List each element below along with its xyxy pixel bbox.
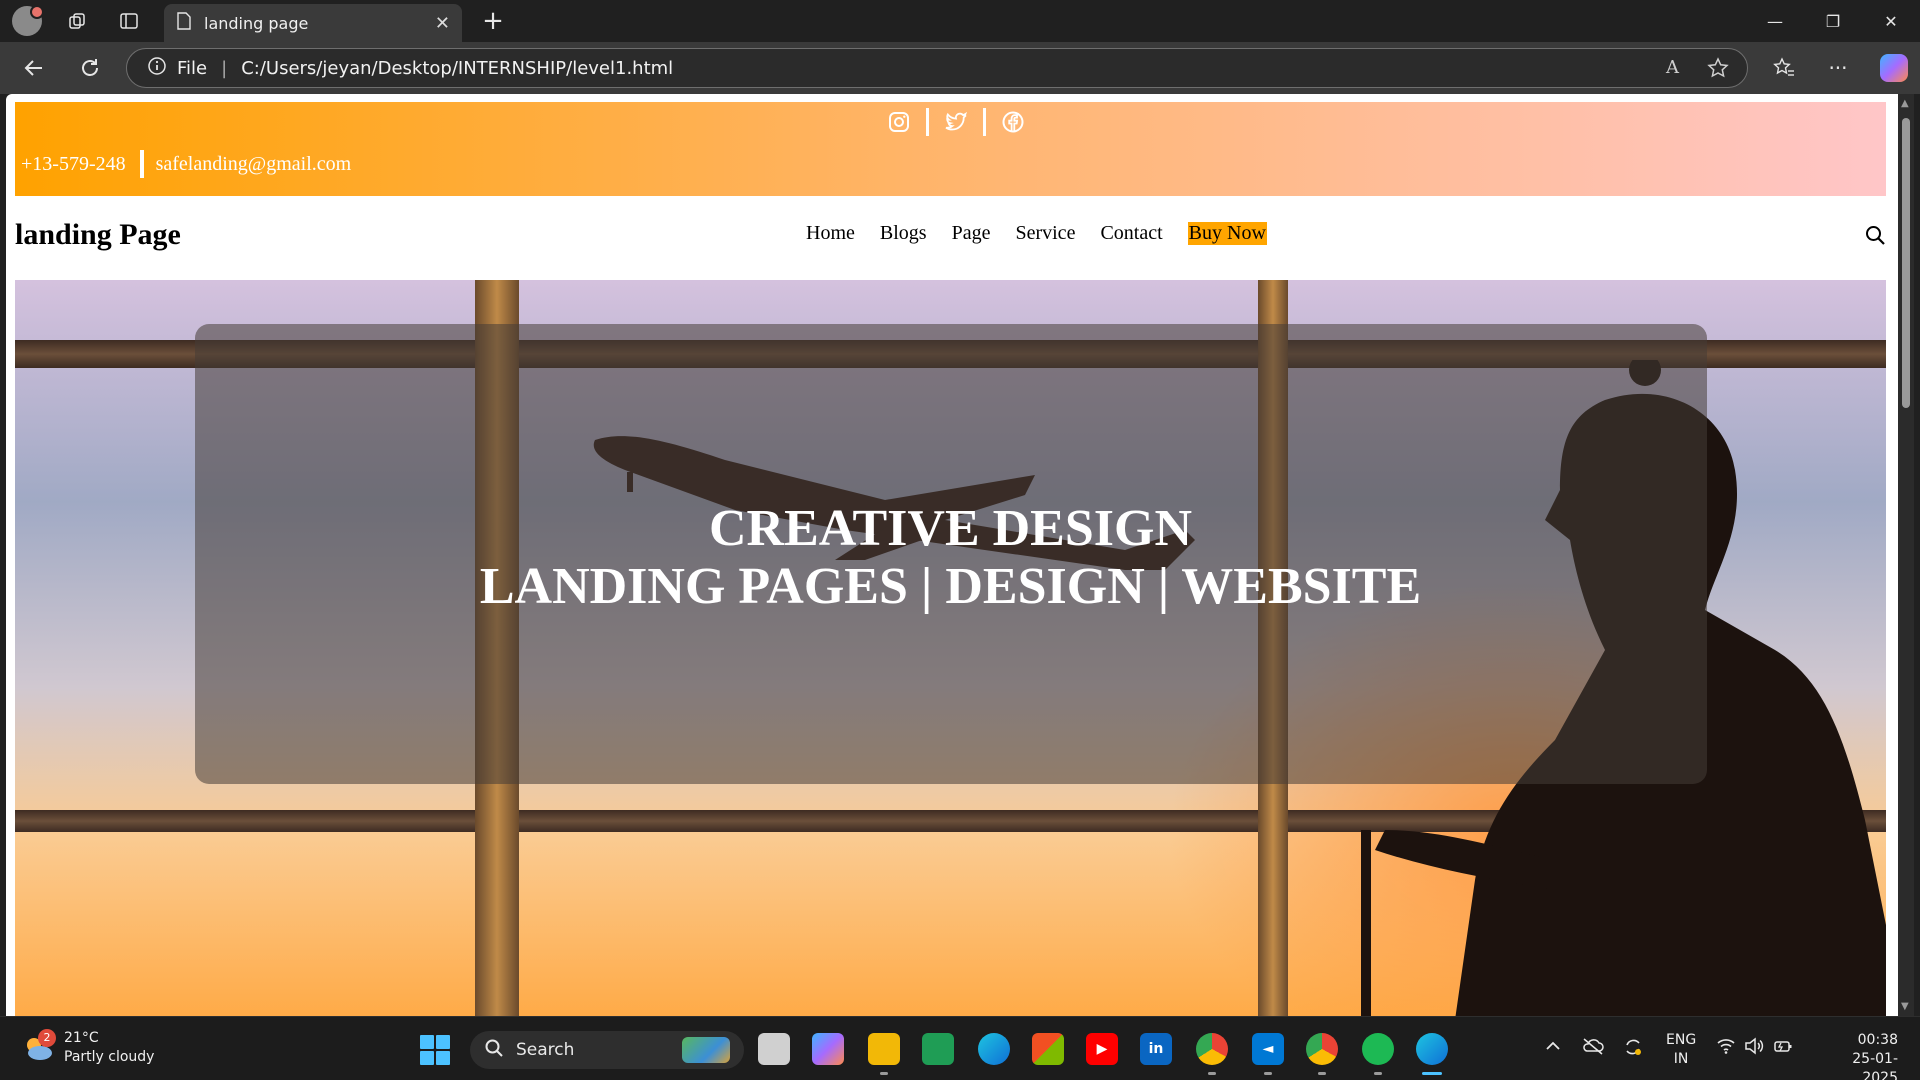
edge-icon[interactable] <box>978 1033 1010 1065</box>
address-scheme: File <box>177 57 208 79</box>
email-address: safelanding@gmail.com <box>155 152 352 175</box>
buy-now-button[interactable]: Buy Now <box>1187 222 1267 245</box>
active-indicator <box>1422 1072 1442 1075</box>
more-menu-button[interactable]: ··· <box>1822 52 1854 84</box>
contact-divider <box>139 150 144 178</box>
nav-service[interactable]: Service <box>1015 222 1075 245</box>
weather-widget[interactable]: 2 21°C Partly cloudy <box>22 1029 154 1067</box>
main-navbar: landing Page Home Blogs Page Service Con… <box>15 196 1886 280</box>
language-indicator[interactable]: ENG IN <box>1666 1031 1696 1069</box>
sync-icon[interactable] <box>1622 1037 1644 1061</box>
nav-page[interactable]: Page <box>952 222 991 245</box>
weather-temp: 21°C <box>64 1030 99 1046</box>
close-window-button[interactable]: ✕ <box>1862 0 1920 42</box>
maximize-button[interactable]: ❐ <box>1804 0 1862 42</box>
wifi-icon[interactable] <box>1716 1037 1736 1059</box>
nav-home[interactable]: Home <box>806 222 855 245</box>
hero-line-2: LANDING PAGES | DESIGN | WEBSITE <box>479 558 1422 615</box>
page-icon <box>176 12 192 34</box>
facebook-icon[interactable] <box>999 108 1027 136</box>
chrome-profile-1-icon[interactable] <box>1196 1033 1228 1075</box>
weather-badge: 2 <box>38 1029 56 1047</box>
page-viewport: +13-579-248 safelanding@gmail.com landin… <box>6 94 1898 1016</box>
spotify-icon[interactable] <box>1362 1033 1394 1075</box>
taskbar-search[interactable]: Search <box>470 1031 744 1069</box>
clock-time: 00:38 <box>1857 1032 1898 1048</box>
minimize-button[interactable]: — <box>1746 0 1804 42</box>
twitter-icon[interactable] <box>942 108 970 136</box>
file-explorer-icon[interactable] <box>868 1033 900 1075</box>
address-bar[interactable]: File | C:/Users/jeyan/Desktop/INTERNSHIP… <box>126 48 1748 88</box>
address-url[interactable]: C:/Users/jeyan/Desktop/INTERNSHIP/level1… <box>241 58 673 79</box>
copilot-app-icon[interactable] <box>812 1033 844 1065</box>
running-indicator <box>1318 1072 1326 1075</box>
hero-line-1: CREATIVE DESIGN <box>708 500 1193 557</box>
tab-landing-page[interactable]: landing page ✕ <box>164 4 462 42</box>
chrome-profile-2-icon[interactable] <box>1306 1033 1338 1075</box>
search-highlight-icon <box>682 1037 730 1063</box>
workspaces-icon[interactable] <box>62 6 92 36</box>
start-button[interactable] <box>420 1035 450 1065</box>
social-divider <box>926 108 929 136</box>
nav-menu: Home Blogs Page Service Contact Buy Now <box>806 222 1292 245</box>
favorite-star-icon[interactable] <box>1707 57 1729 84</box>
favorites-icon[interactable] <box>1768 52 1800 84</box>
browser-tab-bar: landing page ✕ + — ❐ ✕ <box>0 0 1920 42</box>
ms-store-icon[interactable] <box>1032 1033 1064 1065</box>
contact-topbar: +13-579-248 safelanding@gmail.com <box>15 102 1886 196</box>
weather-icon: 2 <box>22 1029 56 1065</box>
address-separator: | <box>221 57 228 79</box>
new-tab-button[interactable]: + <box>478 6 508 36</box>
search-icon <box>484 1038 504 1063</box>
nav-contact[interactable]: Contact <box>1100 222 1162 245</box>
vscode-icon[interactable]: ◄ <box>1252 1033 1284 1075</box>
scroll-thumb[interactable] <box>1902 118 1910 408</box>
hero-section: CREATIVE DESIGN LANDING PAGES | DESIGN |… <box>15 280 1886 1016</box>
windows-taskbar: 2 21°C Partly cloudy Search ▶ in ◄ ENG I… <box>0 1016 1920 1080</box>
youtube-icon[interactable]: ▶ <box>1086 1033 1118 1065</box>
weather-desc: Partly cloudy <box>64 1049 155 1065</box>
contact-info: +13-579-248 safelanding@gmail.com <box>21 150 351 178</box>
scroll-up-icon[interactable]: ▲ <box>1901 98 1909 109</box>
profile-avatar[interactable] <box>12 5 44 36</box>
classroom-icon[interactable] <box>922 1033 954 1065</box>
onedrive-icon[interactable] <box>1582 1037 1604 1059</box>
refresh-button[interactable] <box>74 52 106 84</box>
show-hidden-icons-icon[interactable] <box>1544 1037 1562 1059</box>
site-brand[interactable]: landing Page <box>15 218 181 252</box>
battery-icon[interactable] <box>1772 1037 1794 1059</box>
tab-close-button[interactable]: ✕ <box>435 13 450 34</box>
scroll-down-icon[interactable]: ▼ <box>1901 1001 1909 1012</box>
task-view-icon[interactable] <box>758 1033 790 1065</box>
volume-icon[interactable] <box>1744 1037 1764 1059</box>
instagram-icon[interactable] <box>885 108 913 136</box>
vertical-tabs-icon[interactable] <box>114 6 144 36</box>
running-indicator <box>880 1072 888 1075</box>
running-indicator <box>1208 1072 1216 1075</box>
phone-number: +13-579-248 <box>21 152 126 175</box>
clock-date: 25-01-2025 <box>1852 1051 1898 1080</box>
lang-line-2: IN <box>1673 1051 1689 1067</box>
edge-active-icon[interactable] <box>1416 1033 1448 1075</box>
tab-title: landing page <box>204 13 309 33</box>
social-links <box>885 108 1027 136</box>
nav-blogs[interactable]: Blogs <box>880 222 927 245</box>
copilot-icon[interactable] <box>1880 54 1908 82</box>
info-icon[interactable] <box>147 56 167 81</box>
social-divider <box>983 108 986 136</box>
read-aloud-icon[interactable]: A <box>1666 57 1679 84</box>
system-clock[interactable]: 00:38 25-01-2025 <box>1818 1031 1898 1080</box>
search-label: Search <box>516 1040 575 1060</box>
page-scrollbar[interactable]: ▲ ▼ <box>1898 94 1914 1016</box>
search-icon[interactable] <box>1864 224 1886 246</box>
running-indicator <box>1264 1072 1272 1075</box>
running-indicator <box>1374 1072 1382 1075</box>
lang-line-1: ENG <box>1666 1032 1697 1048</box>
hero-heading: CREATIVE DESIGN LANDING PAGES | DESIGN |… <box>15 500 1886 616</box>
browser-toolbar: File | C:/Users/jeyan/Desktop/INTERNSHIP… <box>0 42 1920 94</box>
back-button[interactable] <box>18 52 50 84</box>
linkedin-icon[interactable]: in <box>1140 1033 1172 1065</box>
